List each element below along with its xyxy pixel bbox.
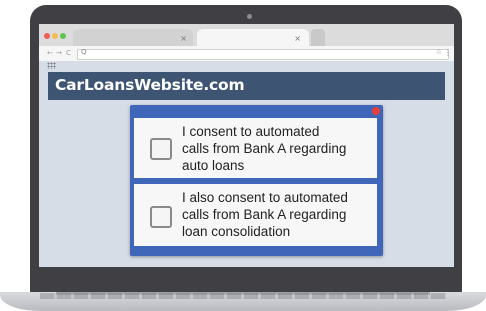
browser-tabstrip: × ×: [39, 24, 454, 46]
back-icon[interactable]: ←: [47, 49, 53, 57]
webcam-icon: [247, 14, 252, 19]
consent-dialog: I consent to automated calls from Bank A…: [130, 105, 383, 256]
new-tab-button[interactable]: [311, 29, 325, 46]
dialog-close-icon[interactable]: [372, 107, 380, 115]
tab-close-icon[interactable]: ×: [294, 34, 301, 43]
consent-label-loan-consolidation: I also consent to automated calls from B…: [182, 190, 348, 239]
bookmark-star-icon[interactable]: ☆: [436, 48, 442, 56]
tab-close-icon[interactable]: ×: [180, 34, 187, 43]
browser-toolbar: ← → C Q ☆ ⋮: [39, 46, 454, 61]
laptop-screen: × × ← → C Q ☆ ⋮ CarLoansWebsite.com I co…: [39, 24, 454, 267]
site-header: CarLoansWebsite.com: [48, 72, 445, 100]
browser-tab-1[interactable]: ×: [73, 29, 193, 46]
search-icon: Q: [81, 48, 87, 56]
window-minimize-icon[interactable]: [52, 33, 58, 39]
consent-checkbox-loan-consolidation[interactable]: [150, 206, 172, 228]
consent-label-auto-loans: I consent to automated calls from Bank A…: [182, 124, 347, 173]
consent-option-auto-loans: I consent to automated calls from Bank A…: [134, 118, 377, 178]
address-bar[interactable]: Q ☆: [77, 48, 449, 60]
consent-option-loan-consolidation: I also consent to automated calls from B…: [134, 184, 377, 246]
forward-icon[interactable]: →: [56, 49, 62, 57]
keyboard-keys: [40, 293, 446, 299]
browser-tab-2[interactable]: ×: [197, 29, 309, 46]
apps-grid-icon[interactable]: [47, 62, 56, 69]
window-close-icon[interactable]: [44, 33, 50, 39]
site-title[interactable]: CarLoansWebsite.com: [55, 76, 245, 94]
consent-checkbox-auto-loans[interactable]: [150, 138, 172, 160]
reload-icon[interactable]: C: [66, 49, 71, 57]
window-maximize-icon[interactable]: [60, 33, 66, 39]
menu-icon[interactable]: ⋮: [444, 48, 452, 57]
